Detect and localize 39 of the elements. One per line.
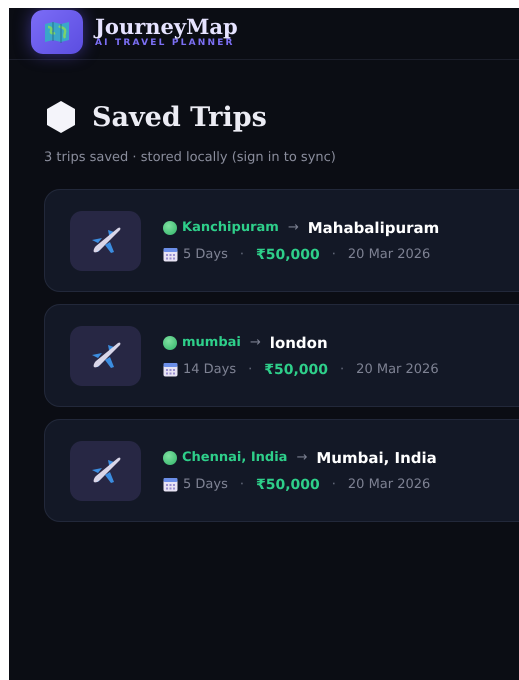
trip-duration: 5 Days [183,247,228,262]
separator: · [339,362,346,377]
status-dot [163,336,177,350]
trip-budget: ₹50,000 [264,362,328,378]
destination-city: Mumbai, India [316,448,437,466]
trip-card[interactable]: Chennai, India → Mumbai, India 5 Days · ₹50,000 · 20 Mar 2026 [44,419,519,522]
destination-city: london [270,334,328,352]
brand-name: JourneyMap [95,14,238,38]
separator: · [247,362,254,377]
trip-date: 20 Mar 2026 [348,247,430,262]
brand-tagline: AI TRAVEL PLANNER [95,38,235,48]
calendar-icon [163,247,178,262]
origin-city: mumbai [182,335,241,350]
trip-card[interactable]: Kanchipuram → Mahabalipuram 5 Days · ₹50,000 · 20 Mar 2026 [44,189,519,292]
origin-city: Kanchipuram [182,220,279,235]
route-arrow: → [250,335,261,350]
trip-budget: ₹50,000 [256,476,320,492]
page-title: Saved Trips [92,102,267,132]
map-icon [44,20,70,42]
status-dot [163,220,177,234]
trip-date: 20 Mar 2026 [356,362,439,377]
route-arrow: → [288,220,299,235]
page-subtitle: 3 trips saved · stored locally (sign in to sync) [44,150,337,165]
trip-duration: 5 Days [183,477,228,492]
calendar-icon [163,477,178,492]
origin-city: Chennai, India [182,450,288,465]
route-arrow: → [296,450,308,465]
separator: · [330,247,337,262]
trip-date: 20 Mar 2026 [348,477,430,492]
calendar-icon [163,362,178,377]
separator: · [238,477,245,492]
destination-city: Mahabalipuram [308,218,440,236]
trip-budget: ₹50,000 [256,246,320,262]
status-dot [163,450,177,464]
separator: · [238,247,245,262]
hexagon-icon [44,100,78,134]
separator: · [330,477,337,492]
trip-duration: 14 Days [183,362,236,377]
trip-card[interactable]: mumbai → london 14 Days · ₹50,000 · 20 Mar 2026 [44,304,519,407]
